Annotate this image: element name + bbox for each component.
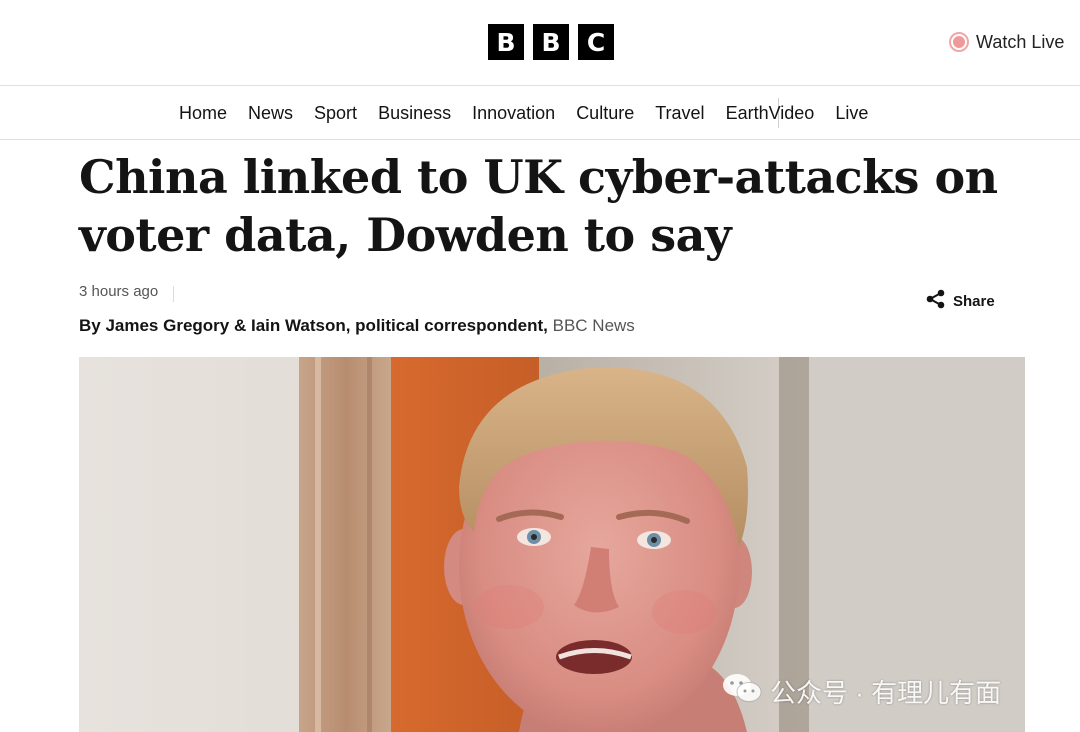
share-button[interactable]: Share bbox=[926, 289, 995, 314]
timestamp-divider bbox=[173, 286, 174, 302]
share-icon bbox=[926, 289, 945, 314]
nav-item-culture[interactable]: Culture bbox=[576, 103, 634, 124]
logo-letter-b1: B bbox=[488, 24, 524, 60]
nav-item-sport[interactable]: Sport bbox=[314, 103, 357, 124]
nav-item-video[interactable]: Video bbox=[769, 103, 815, 124]
article-timestamp: 3 hours ago bbox=[79, 283, 159, 300]
nav-item-home[interactable]: Home bbox=[179, 103, 227, 124]
byline-source: BBC News bbox=[552, 316, 635, 335]
article-headline: China linked to UK cyber-attacks on vote… bbox=[79, 150, 998, 262]
logo-letter-b2: B bbox=[533, 24, 569, 60]
masthead: B B C Watch Live bbox=[0, 0, 1080, 86]
nav-list: Home News Sport Business Innovation Cult… bbox=[179, 86, 868, 140]
nav-item-innovation[interactable]: Innovation bbox=[472, 103, 555, 124]
nav-item-live[interactable]: Live bbox=[835, 103, 868, 124]
primary-nav: Home News Sport Business Innovation Cult… bbox=[0, 86, 1080, 140]
live-dot-icon bbox=[949, 32, 969, 52]
watermark-text: 公众号 · 有理儿有面 bbox=[770, 678, 1002, 708]
wechat-icon bbox=[722, 672, 762, 711]
article-byline: By James Gregory & Iain Watson, politica… bbox=[79, 316, 635, 336]
nav-item-news[interactable]: News bbox=[248, 103, 293, 124]
byline-author: By James Gregory & Iain Watson, politica… bbox=[79, 316, 548, 335]
logo-letter-c: C bbox=[578, 24, 614, 60]
nav-item-business[interactable]: Business bbox=[378, 103, 451, 124]
nav-item-earth[interactable]: Earth bbox=[726, 103, 769, 124]
watermark: 公众号 · 有理儿有面 bbox=[722, 672, 1001, 711]
bbc-logo[interactable]: B B C bbox=[488, 24, 614, 60]
nav-item-travel[interactable]: Travel bbox=[655, 103, 704, 124]
watch-live-button[interactable]: Watch Live bbox=[949, 30, 1064, 54]
share-label: Share bbox=[953, 293, 995, 310]
watch-live-label: Watch Live bbox=[976, 31, 1065, 52]
